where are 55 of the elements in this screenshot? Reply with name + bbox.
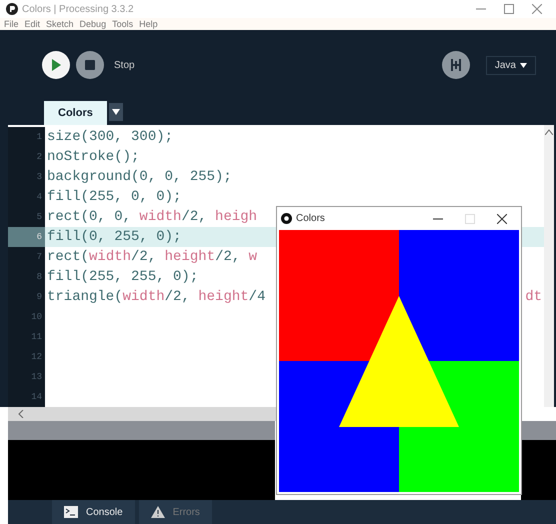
code-line: fill(0, 255, 0);: [47, 229, 182, 245]
line-number: 14: [8, 387, 45, 407]
line-number: 8: [8, 267, 45, 287]
code-line: size(300, 300);: [47, 129, 174, 145]
menu-item[interactable]: Help: [139, 19, 158, 29]
horizontal-scrollbar[interactable]: [8, 407, 276, 421]
menu-item[interactable]: Sketch: [46, 19, 74, 29]
caret-icon: [520, 62, 527, 68]
line-number: 1: [8, 127, 45, 147]
code-line: fill(255, 0, 0);: [47, 189, 182, 205]
mode-selector[interactable]: Java: [486, 56, 536, 74]
window-title: Colors | Processing 3.3.2: [22, 4, 134, 14]
console-tab[interactable]: Console: [52, 500, 135, 524]
sketch-title: Colors: [296, 213, 325, 224]
console-tab[interactable]: Errors: [138, 500, 212, 524]
run-button[interactable]: [42, 51, 70, 79]
line-number: 12: [8, 347, 45, 367]
logo-icon: [281, 213, 292, 224]
code-line: rect(0, 0, width/2, heigh: [47, 209, 258, 225]
code-line: rect(width/2, height/2, w: [47, 249, 258, 265]
caret-icon: [112, 109, 120, 115]
menu-item[interactable]: Tools: [112, 19, 134, 29]
logo-icon: [6, 3, 18, 15]
line-number: 2: [8, 147, 45, 167]
vertical-scrollbar[interactable]: [544, 125, 554, 407]
terminal-icon: [64, 506, 78, 518]
menu-item[interactable]: Edit: [24, 19, 40, 29]
scroll-up-icon[interactable]: [545, 129, 553, 135]
line-number: 10: [8, 307, 45, 327]
menu-item[interactable]: Debug: [80, 19, 106, 29]
menu-item[interactable]: File: [4, 19, 19, 29]
code-line: noStroke();: [47, 149, 140, 165]
line-number: 3: [8, 167, 45, 187]
tab-menu-button[interactable]: [108, 103, 123, 121]
scroll-left-icon[interactable]: [18, 410, 24, 418]
debug-button[interactable]: [442, 51, 470, 79]
code-line: fill(255, 255, 0);: [47, 269, 198, 285]
code-fragment: dt: [525, 289, 542, 305]
sketch-tab[interactable]: Colors: [44, 101, 107, 125]
line-number: 11: [8, 327, 45, 347]
line-number: 13: [8, 367, 45, 387]
warning-icon: [150, 506, 165, 518]
line-number: 4: [8, 187, 45, 207]
line-number: 9: [8, 287, 45, 307]
stop-button[interactable]: [76, 51, 104, 79]
code-line: triangle(width/2, height/4: [47, 289, 266, 305]
maximize-icon[interactable]: [504, 4, 514, 14]
line-number: 5: [8, 207, 45, 227]
status-strip: [521, 421, 556, 440]
console-area: [521, 440, 556, 500]
line-number: 7: [8, 247, 45, 267]
line-number: 6: [8, 227, 45, 247]
close-icon[interactable]: [497, 214, 507, 224]
stop-label: Stop: [114, 60, 135, 70]
code-line: background(0, 0, 255);: [47, 169, 232, 185]
